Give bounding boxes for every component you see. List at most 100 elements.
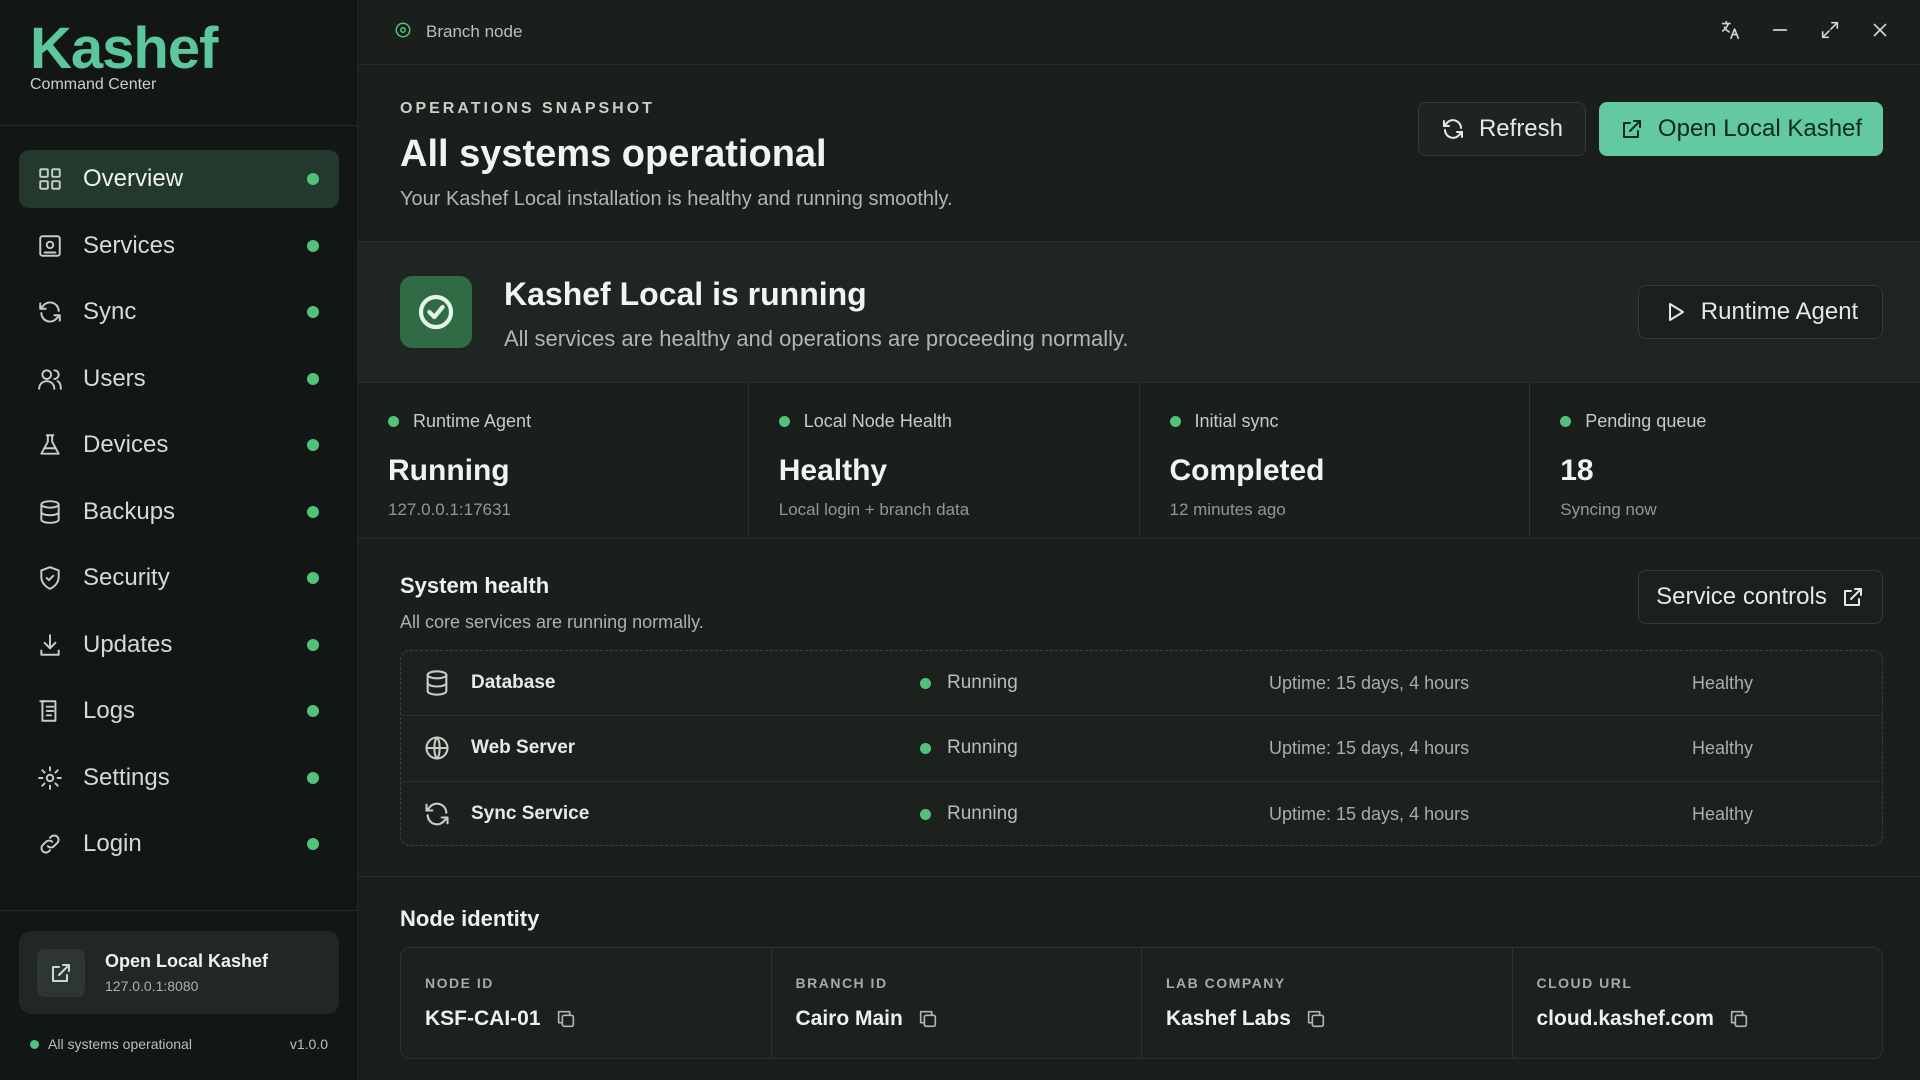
refresh-button[interactable]: Refresh: [1418, 102, 1586, 156]
external-link-icon: [1843, 588, 1862, 606]
identity-lab-company: LAB COMPANY Kashef Labs: [1142, 948, 1513, 1058]
table-row[interactable]: Web Server Running Uptime: 15 days, 4 ho…: [401, 716, 1882, 782]
copy-icon[interactable]: [917, 1008, 939, 1030]
refresh-label: Refresh: [1478, 115, 1564, 142]
service-uptime: Uptime: 15 days, 4 hours: [1269, 672, 1470, 693]
check-circle-icon: [400, 276, 472, 348]
service-name: Sync Service: [471, 803, 590, 825]
copy-icon[interactable]: [555, 1008, 577, 1030]
status-dot: [307, 638, 319, 651]
status-dot: [307, 173, 319, 185]
download-icon: [37, 632, 63, 658]
status-dot: [307, 705, 319, 717]
sidebar-item-backups[interactable]: Backups: [19, 483, 339, 541]
identity-value: Cairo Main: [795, 1007, 903, 1030]
sidebar-item-login[interactable]: Login: [19, 815, 339, 873]
sidebar-item-label: Devices: [83, 431, 169, 458]
runtime-agent-button[interactable]: Runtime Agent: [1638, 285, 1883, 339]
sidebar-item-label: Updates: [83, 630, 173, 658]
status-dot: [307, 505, 319, 518]
top-bar: Branch node: [358, 0, 1920, 65]
sync-icon: [37, 299, 63, 325]
stat-pending-queue: Pending queue 18 Syncing now: [1530, 383, 1920, 538]
section-title: System health: [400, 573, 550, 598]
branch-label: Branch node: [426, 22, 523, 41]
service-uptime: Uptime: 15 days, 4 hours: [1269, 803, 1470, 824]
status-dot: [307, 372, 319, 385]
sidebar-item-label: Overview: [83, 165, 184, 192]
table-row[interactable]: Database Running Uptime: 15 days, 4 hour…: [401, 651, 1882, 717]
identity-value: KSF-CAI-01: [425, 1007, 541, 1030]
sidebar-item-updates[interactable]: Updates: [19, 616, 339, 674]
stat-sub: Local login + branch data: [778, 500, 970, 519]
sidebar: Kashef Command Center Overview Services …: [0, 0, 358, 1080]
stat-runtime-agent: Runtime Agent Running 127.0.0.1:17631: [358, 383, 749, 538]
identity-node-id: NODE ID KSF-CAI-01: [401, 948, 772, 1058]
translate-icon[interactable]: [1718, 18, 1742, 42]
play-icon: [1668, 303, 1684, 321]
status-dot: [920, 677, 931, 689]
service-name: Database: [471, 672, 556, 694]
external-link-icon: [37, 948, 85, 997]
status-dot: [1169, 416, 1181, 427]
stat-label: Local Node Health: [803, 411, 952, 431]
status-dot: [778, 416, 790, 427]
sidebar-item-settings[interactable]: Settings: [19, 749, 339, 807]
services-table: Database Running Uptime: 15 days, 4 hour…: [400, 650, 1883, 846]
sidebar-footer: All systems operational v1.0.0: [30, 1036, 328, 1052]
copy-icon[interactable]: [1305, 1008, 1327, 1030]
identity-label: CLOUD URL: [1536, 975, 1633, 991]
sidebar-item-services[interactable]: Services: [19, 217, 339, 275]
external-link-icon: [1622, 120, 1641, 138]
status-dot: [920, 742, 931, 754]
sidebar-item-overview[interactable]: Overview: [19, 150, 339, 208]
footer-status: All systems operational: [48, 1036, 192, 1052]
open-local-kashef-button[interactable]: Open Local Kashef: [1599, 102, 1883, 156]
service-status: Running: [920, 672, 1018, 694]
sidebar-item-sync[interactable]: Sync: [19, 283, 339, 341]
maximize-icon[interactable]: [1818, 18, 1842, 42]
service-controls-button[interactable]: Service controls: [1638, 570, 1883, 624]
service-health: Healthy: [1692, 672, 1754, 693]
grid-icon: [37, 166, 63, 192]
users-icon: [37, 366, 63, 392]
sidebar-nav: Overview Services Sync Users Devices Bac…: [19, 150, 339, 882]
status-dot: [307, 771, 319, 784]
branch-status-icon: [394, 21, 412, 44]
service-status-label: Running: [947, 737, 1018, 759]
section-title: Node identity: [400, 906, 540, 931]
sidebar-item-label: Settings: [83, 763, 170, 791]
stat-local-node-health: Local Node Health Healthy Local login + …: [749, 383, 1140, 538]
stat-value: Completed: [1169, 454, 1325, 487]
table-row[interactable]: Sync Service Running Uptime: 15 days, 4 …: [401, 782, 1882, 847]
section-subtitle: All core services are running normally.: [400, 612, 704, 632]
minimize-icon[interactable]: [1768, 18, 1792, 42]
page-eyebrow: OPERATIONS SNAPSHOT: [400, 100, 655, 117]
sidebar-item-logs[interactable]: Logs: [19, 682, 339, 740]
identity-label: NODE ID: [425, 975, 494, 991]
service-status: Running: [920, 737, 1018, 759]
stat-label: Pending queue: [1585, 411, 1707, 431]
status-title: Kashef Local is running: [504, 276, 867, 312]
page-header: OPERATIONS SNAPSHOT All systems operatio…: [358, 65, 1920, 242]
sidebar-item-devices[interactable]: Devices: [19, 416, 339, 474]
identity-branch-id: BRANCH ID Cairo Main: [772, 948, 1142, 1058]
sidebar-item-security[interactable]: Security: [19, 549, 339, 607]
sidebar-divider: [0, 910, 358, 911]
stat-sub: Syncing now: [1560, 500, 1657, 519]
close-icon[interactable]: [1868, 18, 1892, 42]
open-label: Open Local Kashef: [1657, 115, 1863, 142]
status-dot: [30, 1039, 39, 1049]
status-dot: [307, 439, 319, 451]
main-content: Branch node OPERATIONS SNAPSHOT All syst…: [358, 0, 1920, 1080]
identity-label: LAB COMPANY: [1166, 975, 1286, 991]
open-local-kashef-card[interactable]: Open Local Kashef 127.0.0.1:8080: [19, 931, 339, 1014]
stat-value: Healthy: [778, 454, 888, 487]
page-subtitle: Your Kashef Local installation is health…: [400, 188, 953, 210]
identity-grid: NODE ID KSF-CAI-01 BRANCH ID Cairo Main …: [400, 947, 1883, 1059]
service-status-label: Running: [947, 672, 1018, 694]
sidebar-item-users[interactable]: Users: [19, 350, 339, 408]
service-uptime: Uptime: 15 days, 4 hours: [1269, 737, 1470, 758]
logs-icon: [37, 698, 63, 724]
copy-icon[interactable]: [1728, 1008, 1750, 1030]
